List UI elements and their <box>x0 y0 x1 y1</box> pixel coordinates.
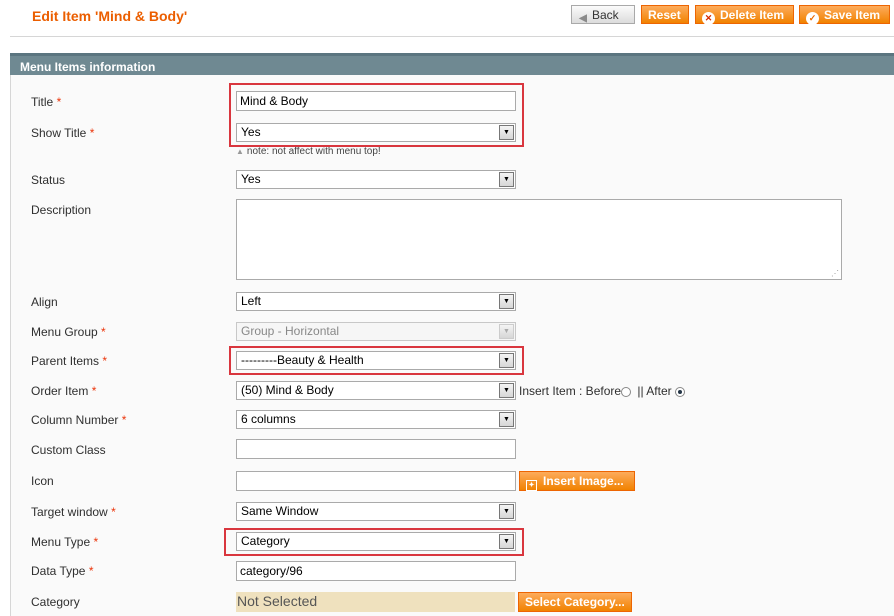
category-value: Not Selected <box>236 592 515 612</box>
insert-after-radio[interactable] <box>674 387 685 397</box>
status-label: Status <box>31 173 66 187</box>
custom-class-input[interactable] <box>236 439 516 459</box>
page-title: Edit Item 'Mind & Body' <box>32 8 188 24</box>
header-divider <box>10 36 894 37</box>
column-number-label: Column Number * <box>31 413 127 427</box>
menu-group-label: Menu Group * <box>31 325 106 339</box>
data-type-input[interactable]: category/96 <box>236 561 516 581</box>
menu-type-label: Menu Type * <box>31 535 99 549</box>
chevron-down-icon: ▼ <box>499 383 514 398</box>
highlight-title-showtitle <box>229 83 524 147</box>
menu-group-select: Group - Horizontal ▼ <box>236 322 516 341</box>
checkmark-icon: ✓ <box>806 12 819 25</box>
column-number-select[interactable]: 6 columns ▼ <box>236 410 516 429</box>
description-textarea[interactable]: ⋰ <box>236 199 842 280</box>
chevron-down-icon: ▼ <box>499 412 514 427</box>
order-item-select[interactable]: (50) Mind & Body ▼ <box>236 381 516 400</box>
order-item-label: Order Item * <box>31 384 97 398</box>
description-label: Description <box>31 203 92 217</box>
target-window-label: Target window * <box>31 505 116 519</box>
align-label: Align <box>31 295 58 309</box>
title-label: Title * <box>31 95 62 109</box>
insert-image-button[interactable]: ✦ Insert Image... <box>519 471 635 491</box>
insert-before-radio[interactable] <box>621 387 632 397</box>
delete-button-label: Delete Item <box>720 8 785 22</box>
highlight-menu-type <box>224 528 524 556</box>
align-select[interactable]: Left ▼ <box>236 292 516 311</box>
chevron-down-icon: ▼ <box>499 324 514 339</box>
insert-position-group: Insert Item : Before || After <box>519 384 688 398</box>
chevron-down-icon: ▼ <box>499 172 514 187</box>
chevron-down-icon: ▼ <box>499 504 514 519</box>
save-item-button[interactable]: ✓ Save Item <box>799 5 890 25</box>
note-triangle-icon: ▲ <box>236 147 244 156</box>
target-window-select[interactable]: Same Window ▼ <box>236 502 516 521</box>
parent-items-label: Parent Items * <box>31 354 108 368</box>
status-select[interactable]: Yes ▼ <box>236 170 516 189</box>
save-button-label: Save Item <box>824 8 881 22</box>
image-icon: ✦ <box>526 480 537 491</box>
back-button[interactable]: ◀ Back <box>571 5 635 24</box>
category-label: Category <box>31 595 80 609</box>
delete-x-icon: ✕ <box>702 12 715 25</box>
back-button-label: Back <box>592 8 619 22</box>
section-header: Menu Items information <box>10 53 894 75</box>
icon-label: Icon <box>31 474 54 488</box>
chevron-down-icon: ▼ <box>499 294 514 309</box>
reset-button-label: Reset <box>648 8 681 22</box>
reset-button[interactable]: Reset <box>641 5 689 24</box>
custom-class-label: Custom Class <box>31 443 106 457</box>
show-title-note: ▲ note: not affect with menu top! <box>236 146 381 157</box>
delete-item-button[interactable]: ✕ Delete Item <box>695 5 794 25</box>
show-title-label: Show Title * <box>31 126 95 140</box>
highlight-parent-items <box>229 346 524 375</box>
resize-grip-icon[interactable]: ⋰ <box>831 270 839 278</box>
select-category-button[interactable]: Select Category... <box>518 592 632 612</box>
data-type-label: Data Type * <box>31 564 94 578</box>
icon-input[interactable] <box>236 471 516 491</box>
back-arrow-icon: ◀ <box>579 13 587 24</box>
